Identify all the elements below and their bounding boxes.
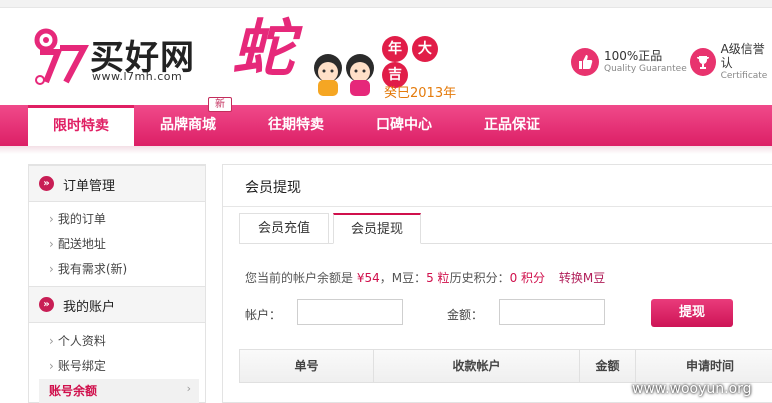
nav-shadow <box>0 146 772 154</box>
sidebar-section-title: 订单管理 <box>63 179 116 194</box>
logo-mark-icon <box>34 28 89 85</box>
page-title: 会员提现 <box>245 180 301 196</box>
sidebar-section-orders[interactable]: » 订单管理 <box>29 165 205 202</box>
amount-input[interactable] <box>499 299 605 325</box>
logo-url: www.l7mh.com <box>92 70 183 83</box>
column-order-no: 单号 <box>240 350 374 382</box>
tab-withdraw[interactable]: 会员提现 <box>333 213 421 244</box>
banner-year-seals: 年 大 吉 <box>382 36 462 88</box>
sidebar-section-account[interactable]: » 我的账户 <box>29 286 205 323</box>
sidebar-item-requests[interactable]: › 我有需求(新) <box>49 259 127 279</box>
account-input[interactable] <box>297 299 403 325</box>
sidebar-item-profile[interactable]: › 个人资料 <box>49 331 106 351</box>
main-nav: 限时特卖 品牌商城 往期特卖 口碑中心 正品保证 <box>0 105 772 146</box>
certificate-badge: A级信誉认 Certificate <box>690 42 772 82</box>
top-strip <box>0 0 772 8</box>
new-badge: 新 <box>208 97 232 112</box>
convert-beans-link[interactable]: 转换M豆 <box>559 271 605 285</box>
section-bullet-icon: » <box>39 176 54 191</box>
balance-value: ¥54 <box>356 271 380 285</box>
site-logo[interactable]: 买好网 www.l7mh.com <box>28 24 218 90</box>
column-request-time: 申请时间 <box>685 359 734 373</box>
mascot-dolls-icon <box>314 54 374 96</box>
beans-value: 5 粒 <box>426 271 450 285</box>
withdraw-panel: 会员提现 会员充值 会员提现 您当前的帐户余额是 ¥54，M豆：5 粒历史积分：… <box>222 164 772 403</box>
quality-badge-sub: Quality Guarantee <box>604 64 687 74</box>
title-divider <box>223 206 772 207</box>
column-amount: 金额 <box>580 350 636 382</box>
site-header: 买好网 www.l7mh.com 蛇 年 大 吉 癸巳2013年 100%正品 … <box>0 8 772 105</box>
watermark: www.wooyun.org <box>632 381 752 397</box>
quality-badge-title: 100%正品 <box>604 49 663 63</box>
column-account: 收款帐户 <box>374 350 580 382</box>
chevron-right-icon: › <box>186 382 191 395</box>
banner-subtitle: 癸巳2013年 <box>384 86 457 101</box>
sidebar-item-balance-label: 账号余额 <box>49 384 98 398</box>
quality-badge: 100%正品 Quality Guarantee <box>571 42 687 82</box>
points-value: 0 积分 <box>509 271 546 285</box>
page: 买好网 www.l7mh.com 蛇 年 大 吉 癸巳2013年 100%正品 … <box>0 0 772 403</box>
seal-2: 大 <box>411 36 438 62</box>
tab-recharge[interactable]: 会员充值 <box>239 213 329 244</box>
certificate-badge-title: A级信誉认 <box>720 42 765 70</box>
nav-item-flash-sale[interactable]: 限时特卖 <box>28 105 134 146</box>
nav-item-past-sales[interactable]: 往期特卖 <box>244 105 348 146</box>
new-year-banner: 蛇 年 大 吉 癸巳2013年 <box>232 14 472 102</box>
amount-label: 金额： <box>447 308 484 322</box>
seal-1: 年 <box>382 36 408 62</box>
sidebar-section-title: 我的账户 <box>63 300 116 315</box>
withdraw-button[interactable]: 提现 <box>651 299 733 327</box>
balance-info: 您当前的帐户余额是 ¥54，M豆：5 粒历史积分：0 积分 转换M豆 <box>245 271 606 285</box>
nav-item-reviews[interactable]: 口碑中心 <box>352 105 456 146</box>
certificate-badge-sub: Certificate <box>720 71 768 81</box>
account-sidebar: » 订单管理 › 我的订单 › 配送地址 › 我有需求(新) » 我的账户 › 个人资料… <box>28 164 206 403</box>
withdraw-table-header: 单号 收款帐户 金额 申请时间 <box>239 349 772 383</box>
thumbs-up-icon <box>571 48 599 76</box>
sidebar-item-balance[interactable]: 账号余额 › <box>39 379 199 403</box>
sidebar-item-address[interactable]: › 配送地址 <box>49 234 106 254</box>
banner-calligraphy: 蛇 <box>232 12 295 85</box>
nav-item-authentic[interactable]: 正品保证 <box>460 105 564 146</box>
sidebar-item-binding[interactable]: › 账号绑定 <box>49 356 106 376</box>
trophy-icon <box>690 48 716 76</box>
sidebar-item-my-orders[interactable]: › 我的订单 <box>49 209 106 229</box>
section-bullet-icon: » <box>39 297 54 312</box>
account-label: 帐户： <box>245 308 282 322</box>
